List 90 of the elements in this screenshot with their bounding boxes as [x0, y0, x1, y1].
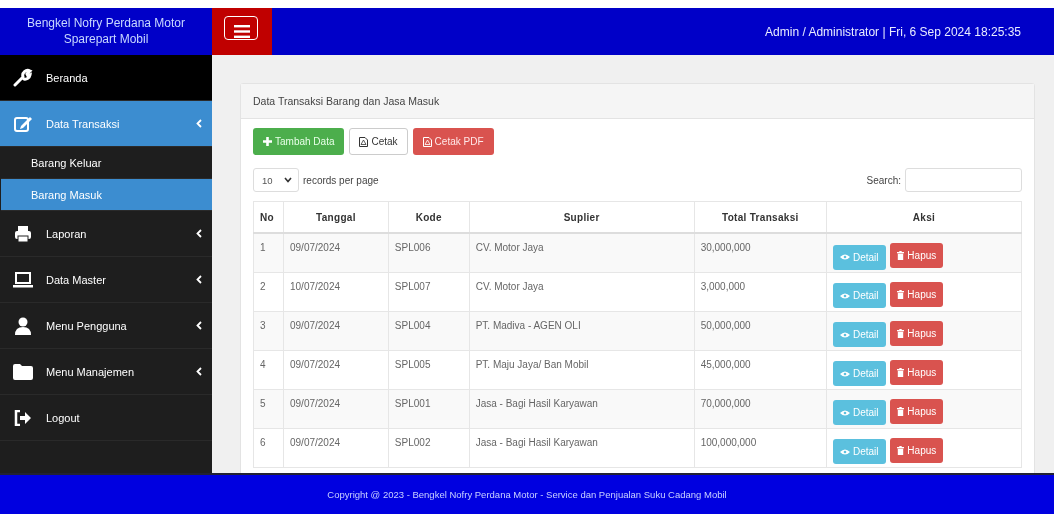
table-cell: 09/07/2024	[283, 311, 389, 350]
table-cell: SPL006	[388, 233, 470, 272]
trash-icon	[897, 289, 905, 299]
table-cell: 6	[253, 428, 284, 467]
add-data-button[interactable]: Tambah Data	[253, 128, 345, 155]
print-button[interactable]: Cetak	[349, 128, 408, 155]
detail-button[interactable]: Detail	[833, 322, 886, 347]
page-size-select[interactable]: 10	[253, 168, 299, 192]
table-cell: 09/07/2024	[283, 233, 389, 272]
sidebar-item[interactable]: Laporan	[0, 211, 212, 257]
file-icon	[359, 136, 369, 147]
table-cell: 09/07/2024	[283, 350, 389, 389]
detail-button[interactable]: Detail	[833, 439, 886, 464]
table-cell: 45,000,000	[694, 350, 827, 389]
eye-icon	[840, 331, 850, 338]
eye-icon	[840, 254, 850, 260]
delete-button[interactable]: Hapus	[890, 359, 944, 385]
table-cell: SPL004	[388, 311, 470, 350]
table-cell: 50,000,000	[694, 311, 827, 350]
delete-button[interactable]: Hapus	[890, 437, 944, 463]
sidebar-item-label: Menu Manajemen	[46, 365, 136, 378]
eye-icon	[840, 448, 850, 455]
sidebar-item-label: Data Master	[46, 273, 107, 286]
table-cell: 100,000,000	[694, 428, 827, 467]
delete-button[interactable]: Hapus	[890, 243, 944, 268]
delete-button[interactable]: Hapus	[890, 281, 944, 307]
sidebar-item-label: Beranda	[46, 71, 89, 84]
detail-button[interactable]: Detail	[833, 400, 886, 425]
copyright-text: Copyright @ 2023 - Bengkel Nofry Perdana Motor - Service dan Penjualan Suku Cadang Mobil	[327, 489, 727, 500]
sidebar-item[interactable]: Beranda	[0, 55, 212, 101]
sidebar-item-label: Logout	[46, 411, 81, 424]
table-cell: 2	[253, 272, 284, 311]
search-label: Search:	[866, 174, 901, 186]
table-cell: 09/07/2024	[283, 428, 389, 467]
table-cell: 30,000,000	[694, 233, 827, 272]
plus-icon	[263, 137, 272, 146]
trash-icon	[897, 251, 905, 260]
table-cell: CV. Motor Jaya	[469, 233, 695, 272]
table-cell: 3,000,000	[694, 272, 827, 311]
menu-icon	[234, 25, 250, 38]
detail-button[interactable]: Detail	[833, 244, 886, 270]
submenu-item[interactable]: Barang Keluar	[1, 147, 212, 179]
menu-toggle-button[interactable]	[212, 8, 272, 55]
table-cell: SPL007	[388, 272, 470, 311]
table-cell: 4	[253, 350, 284, 389]
table-cell: CV. Motor Jaya	[469, 272, 695, 311]
panel-title: Data Transaksi Barang dan Jasa Masuk	[241, 84, 1034, 119]
eye-icon	[840, 370, 850, 377]
laptop-icon	[13, 270, 33, 289]
table-cell: PT. Madiva - AGEN OLI	[469, 311, 695, 350]
trash-icon	[897, 367, 905, 377]
sidebar-item[interactable]: Menu Manajemen	[0, 349, 212, 395]
table-cell: 1	[253, 233, 284, 272]
folder-icon	[13, 363, 33, 380]
chevron-down-icon	[284, 177, 292, 183]
user-icon	[14, 316, 32, 335]
delete-button[interactable]: Hapus	[890, 398, 944, 424]
trash-icon	[897, 406, 905, 416]
printer-icon	[13, 223, 33, 244]
page-size-label: records per page	[303, 174, 379, 186]
table-cell: 5	[253, 389, 284, 428]
table-cell: 70,000,000	[694, 389, 827, 428]
sidebar-item-label: Laporan	[46, 227, 88, 240]
detail-button[interactable]: Detail	[833, 361, 886, 386]
table-cell: SPL001	[388, 389, 470, 428]
table-cell: 3	[253, 311, 284, 350]
print-pdf-button[interactable]: Cetak PDF	[412, 128, 494, 155]
sidebar-item[interactable]: Data Transaksi	[0, 101, 212, 147]
sidebar-item-label: Data Transaksi	[46, 117, 121, 130]
table-cell: PT. Maju Jaya/ Ban Mobil	[469, 350, 695, 389]
search-field[interactable]	[905, 168, 1022, 192]
table-cell: Jasa - Bagi Hasil Karyawan	[469, 389, 695, 428]
sidebar-item-label: Menu Pengguna	[46, 319, 128, 332]
table-cell: 10/07/2024	[283, 272, 389, 311]
eye-icon	[840, 292, 850, 299]
wrench-icon	[13, 67, 33, 88]
delete-button[interactable]: Hapus	[890, 320, 944, 346]
eye-icon	[840, 409, 850, 416]
brand-title: Bengkel Nofry Perdana Motor Sparepart Mobil	[25, 14, 187, 48]
submenu-item[interactable]: Barang Masuk	[1, 179, 212, 211]
trash-icon	[897, 328, 905, 338]
detail-button[interactable]: Detail	[833, 283, 886, 308]
table-cell: 09/07/2024	[283, 389, 389, 428]
user-info: Admin / Administrator | Fri, 6 Sep 2024 18:25:35	[764, 23, 1022, 41]
file-icon	[422, 136, 432, 147]
table-cell: SPL002	[388, 428, 470, 467]
trash-icon	[897, 445, 905, 455]
table-cell: Jasa - Bagi Hasil Karyawan	[469, 428, 695, 467]
logout-icon	[14, 409, 32, 426]
table-cell: SPL005	[388, 350, 470, 389]
